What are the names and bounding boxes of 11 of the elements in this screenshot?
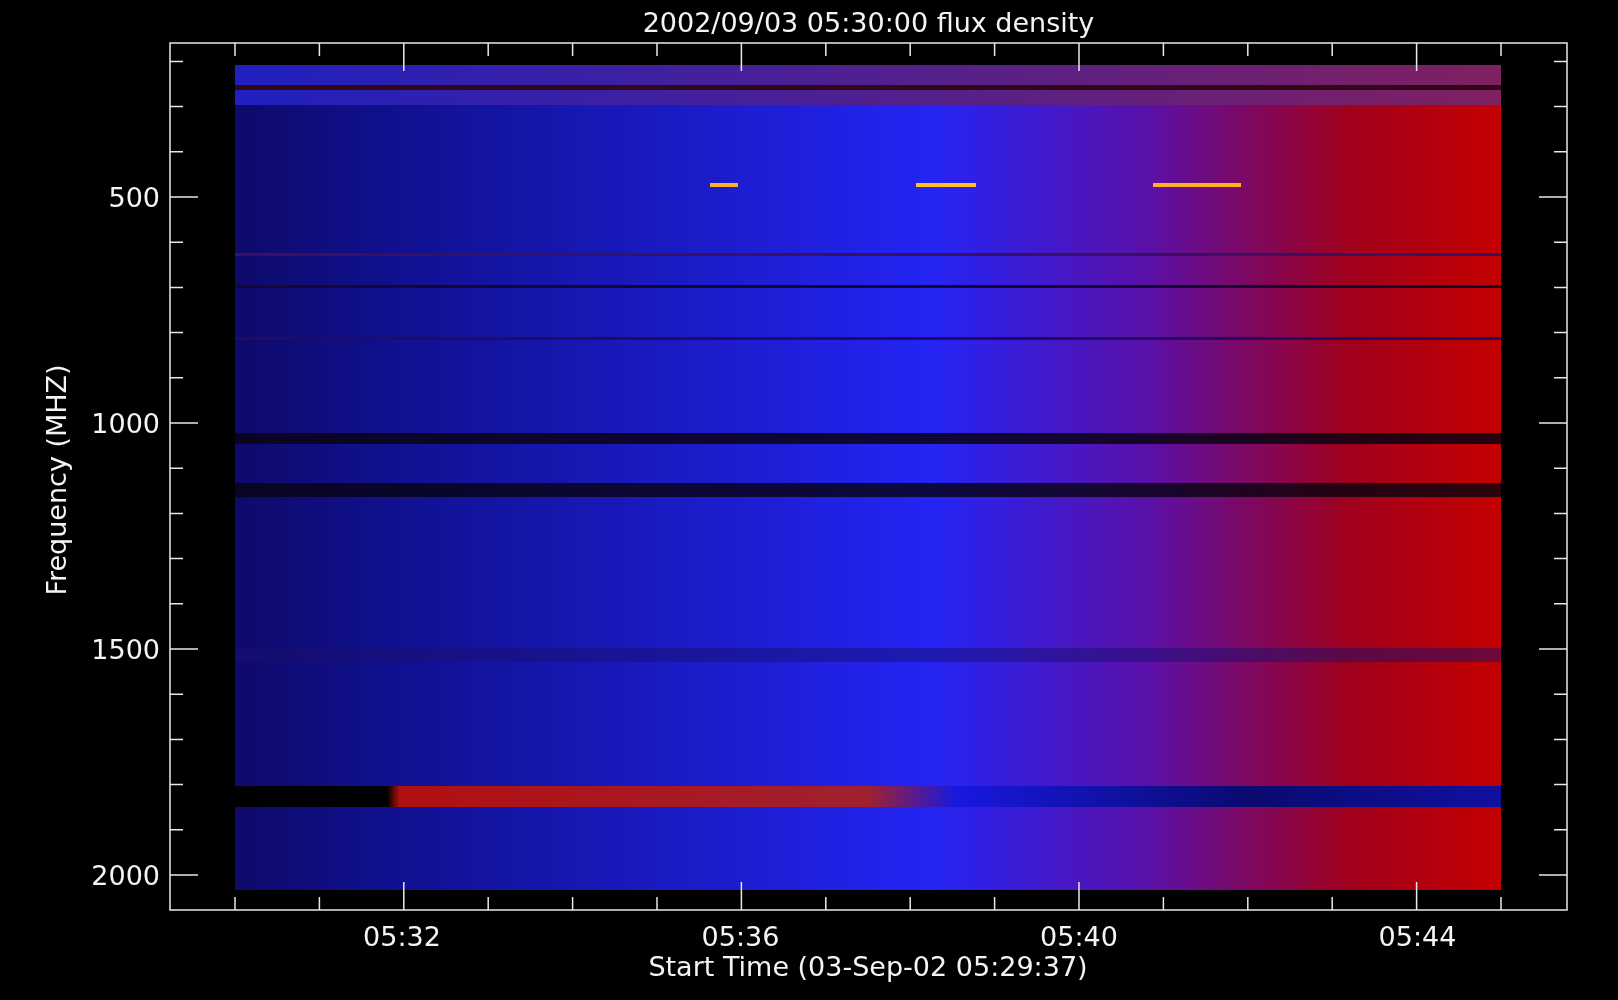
y-tick-label: 1000 <box>91 408 160 439</box>
x-tick-label: 05:32 <box>363 921 441 952</box>
x-tick-label: 05:36 <box>701 921 780 952</box>
y-tick-label: 1500 <box>91 634 160 665</box>
x-axis-label: Start Time (03-Sep-02 05:29:37) <box>648 951 1088 982</box>
x-tick-label: 05:40 <box>1040 921 1118 952</box>
chart-title: 2002/09/03 05:30:00 flux density <box>642 7 1095 38</box>
y-axis-label: Frequency (MHZ) <box>41 364 72 596</box>
y-tick-label: 500 <box>108 182 160 213</box>
y-tick-label: 2000 <box>91 860 160 891</box>
x-tick-label: 05:44 <box>1378 921 1457 952</box>
